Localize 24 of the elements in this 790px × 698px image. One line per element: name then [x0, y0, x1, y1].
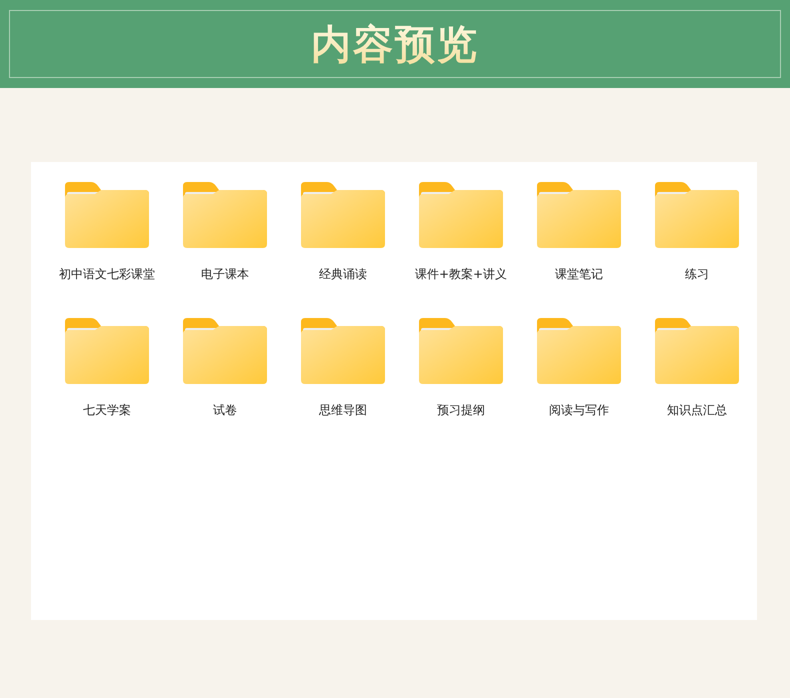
folder-label[interactable]: 练习: [645, 266, 749, 282]
folder-label[interactable]: 课件+教案+讲义: [409, 266, 513, 282]
folder-icon[interactable]: [183, 182, 267, 248]
folder-icon[interactable]: [301, 318, 385, 384]
folder-icon[interactable]: [655, 182, 739, 248]
folder-icon[interactable]: [655, 318, 739, 384]
folder-label[interactable]: 预习提纲: [409, 402, 513, 418]
folder-label[interactable]: 知识点汇总: [645, 402, 749, 418]
folder-label[interactable]: 经典诵读: [291, 266, 395, 282]
folder-icon[interactable]: [65, 318, 149, 384]
folder-icon[interactable]: [537, 182, 621, 248]
folder-label[interactable]: 思维导图: [291, 402, 395, 418]
folder-icon[interactable]: [419, 182, 503, 248]
folder-label[interactable]: 阅读与写作: [527, 402, 631, 418]
folder-label[interactable]: 课堂笔记: [527, 266, 631, 282]
folder-icon[interactable]: [183, 318, 267, 384]
folder-label[interactable]: 七天学案: [55, 402, 159, 418]
folder-icon[interactable]: [65, 182, 149, 248]
folder-icon[interactable]: [419, 318, 503, 384]
folder-label[interactable]: 电子课本: [173, 266, 277, 282]
folder-label[interactable]: 试卷: [173, 402, 277, 418]
folder-label[interactable]: 初中语文七彩课堂: [55, 266, 159, 282]
folder-icon[interactable]: [301, 182, 385, 248]
folder-icon[interactable]: [537, 318, 621, 384]
